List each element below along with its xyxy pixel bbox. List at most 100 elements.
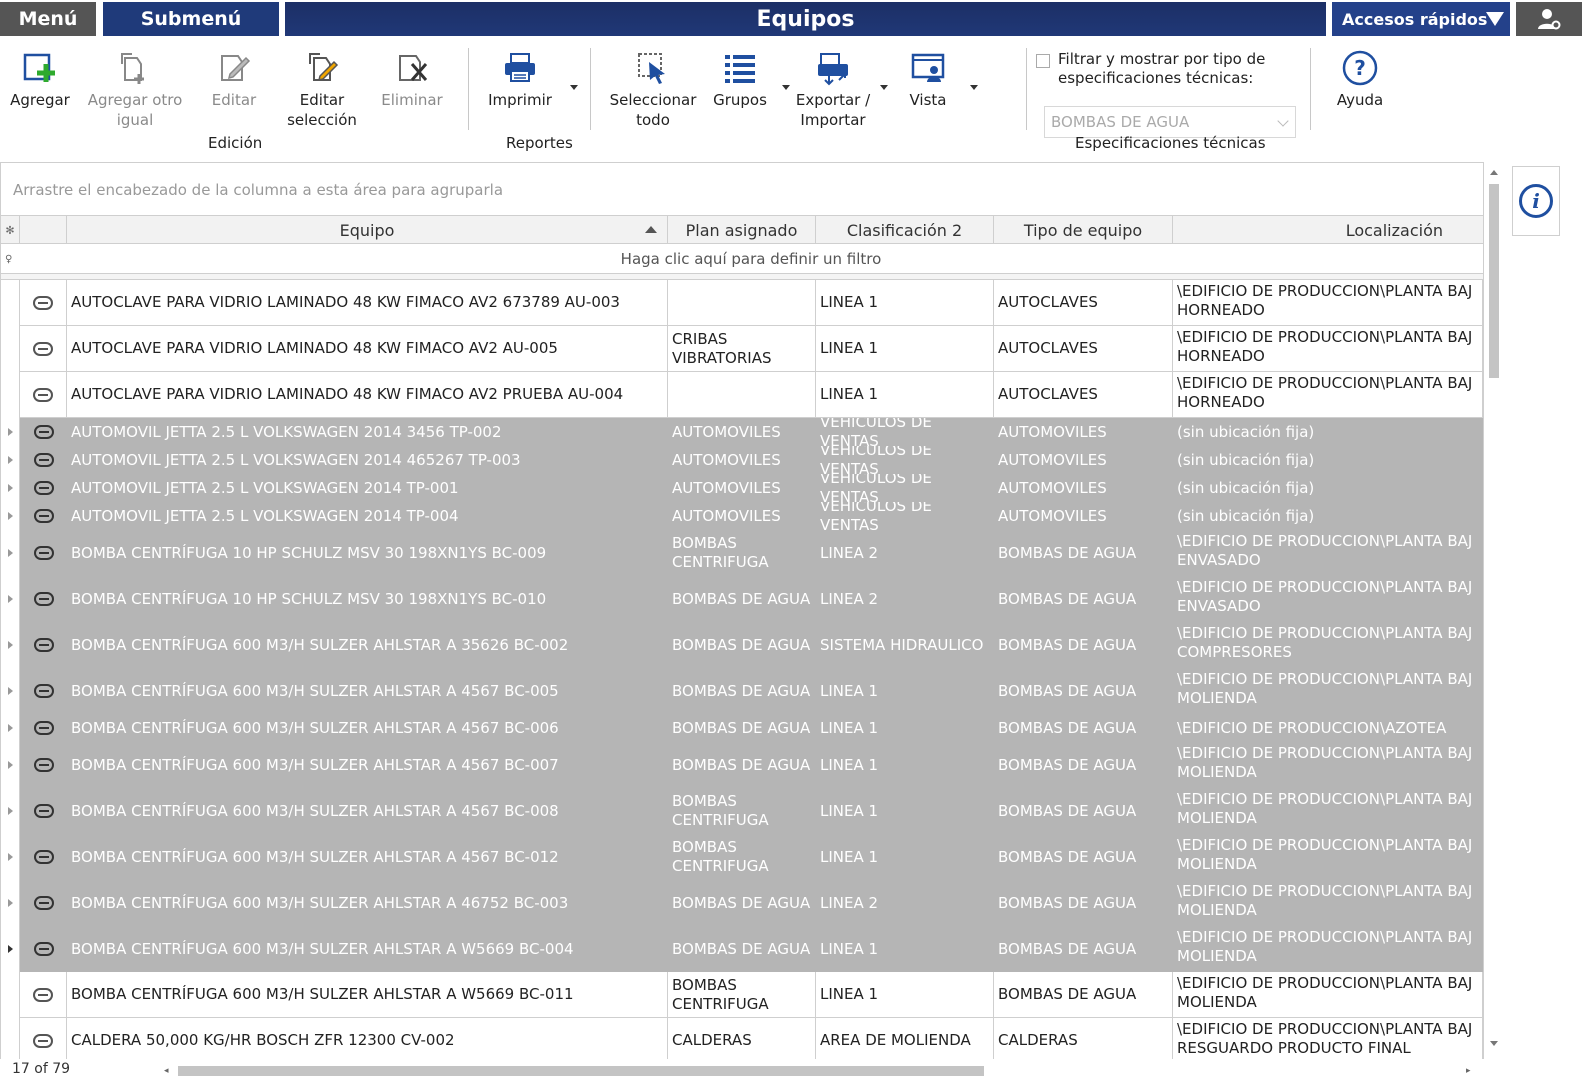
cell-equipo[interactable]: BOMBA CENTRÍFUGA 600 M3/H SULZER AHLSTAR… [67,714,668,742]
select-all-button[interactable]: Seleccionar todo [606,38,700,138]
table-row[interactable]: AUTOMOVIL JETTA 2.5 L VOLKSWAGEN 2014 TP… [1,502,1483,530]
cell-plan[interactable]: BOMBAS CENTRIFUGA [668,788,816,834]
cell-equipo[interactable]: AUTOCLAVE PARA VIDRIO LAMINADO 48 KW FIM… [67,326,668,372]
row-indicator[interactable] [1,372,20,418]
row-indicator[interactable] [1,926,20,972]
table-row[interactable]: BOMBA CENTRÍFUGA 600 M3/H SULZER AHLSTAR… [1,880,1483,926]
cell-localizacion[interactable]: \EDIFICIO DE PRODUCCION\PLANTA BAJ MOLIE… [1173,880,1483,926]
cell-equipo[interactable]: BOMBA CENTRÍFUGA 10 HP SCHULZ MSV 30 198… [67,530,668,576]
cell-localizacion[interactable]: \EDIFICIO DE PRODUCCION\PLANTA BAJ MOLIE… [1173,742,1483,788]
cell-clasificacion[interactable]: VEHICULOS DE VENTAS [816,502,994,530]
cell-localizacion[interactable]: \EDIFICIO DE PRODUCCION\PLANTA BAJ RESGU… [1173,1018,1483,1064]
cell-plan[interactable]: BOMBAS DE AGUA [668,926,816,972]
expand-arrow-icon[interactable] [8,807,13,815]
cell-clasificacion[interactable]: LINEA 1 [816,788,994,834]
expand-arrow-icon[interactable] [8,595,13,603]
row-indicator[interactable] [1,622,20,668]
cell-plan[interactable] [668,280,816,326]
expand-arrow-icon[interactable] [8,549,13,557]
cell-localizacion[interactable]: \EDIFICIO DE PRODUCCION\PLANTA BAJ COMPR… [1173,622,1483,668]
cell-tipo[interactable]: BOMBAS DE AGUA [994,714,1173,742]
submenu-button[interactable]: Submenú [103,2,279,36]
add-button[interactable]: Agregar [4,38,76,138]
row-indicator[interactable] [1,972,20,1018]
cell-clasificacion[interactable]: LINEA 1 [816,326,994,372]
cell-tipo[interactable]: BOMBAS DE AGUA [994,622,1173,668]
cell-clasificacion[interactable]: LINEA 2 [816,576,994,622]
cell-tipo[interactable]: AUTOMOVILES [994,474,1173,502]
row-indicator[interactable] [1,788,20,834]
row-indicator[interactable] [1,502,20,530]
cell-clasificacion[interactable]: VEHICULOS DE VENTAS [816,418,994,446]
cell-clasificacion[interactable]: LINEA 1 [816,668,994,714]
cell-localizacion[interactable]: \EDIFICIO DE PRODUCCION\AZOTEA [1173,714,1483,742]
column-header-plan[interactable]: Plan asignado [668,216,816,244]
cell-equipo[interactable]: BOMBA CENTRÍFUGA 600 M3/H SULZER AHLSTAR… [67,926,668,972]
cell-clasificacion[interactable]: LINEA 1 [816,714,994,742]
cell-clasificacion[interactable]: LINEA 1 [816,834,994,880]
groups-dropdown-icon[interactable] [782,85,790,90]
cell-localizacion[interactable]: \EDIFICIO DE PRODUCCION\PLANTA BAJ MOLIE… [1173,834,1483,880]
export-import-button[interactable]: Exportar / Importar [790,38,876,138]
view-dropdown-icon[interactable] [970,85,978,90]
cell-tipo[interactable]: AUTOCLAVES [994,280,1173,326]
row-indicator[interactable] [1,834,20,880]
cell-plan[interactable]: BOMBAS CENTRIFUGA [668,972,816,1018]
cell-tipo[interactable]: BOMBAS DE AGUA [994,972,1173,1018]
table-row[interactable]: BOMBA CENTRÍFUGA 600 M3/H SULZER AHLSTAR… [1,926,1483,972]
cell-plan[interactable]: BOMBAS CENTRIFUGA [668,530,816,576]
row-indicator[interactable] [1,668,20,714]
scroll-thumb[interactable] [1489,184,1499,378]
cell-tipo[interactable]: AUTOMOVILES [994,502,1173,530]
cell-equipo[interactable]: AUTOCLAVE PARA VIDRIO LAMINADO 48 KW FIM… [67,372,668,418]
print-dropdown-icon[interactable] [570,85,578,90]
table-row[interactable]: AUTOCLAVE PARA VIDRIO LAMINADO 48 KW FIM… [1,280,1483,326]
column-header-clasificacion[interactable]: Clasificación 2 [816,216,994,244]
cell-plan[interactable] [668,372,816,418]
vertical-scrollbar[interactable] [1486,166,1502,1056]
cell-tipo[interactable]: BOMBAS DE AGUA [994,880,1173,926]
cell-equipo[interactable]: BOMBA CENTRÍFUGA 10 HP SCHULZ MSV 30 198… [67,576,668,622]
row-indicator[interactable] [1,576,20,622]
cell-tipo[interactable]: BOMBAS DE AGUA [994,530,1173,576]
row-indicator[interactable] [1,418,20,446]
print-button[interactable]: Imprimir [480,38,560,138]
cell-plan[interactable]: CRIBAS VIBRATORIAS [668,326,816,372]
expand-arrow-icon[interactable] [8,687,13,695]
table-row[interactable]: AUTOCLAVE PARA VIDRIO LAMINADO 48 KW FIM… [1,372,1483,418]
table-row[interactable]: BOMBA CENTRÍFUGA 600 M3/H SULZER AHLSTAR… [1,668,1483,714]
column-chooser-icon[interactable]: ✻ [1,216,20,244]
row-indicator[interactable] [1,474,20,502]
cell-tipo[interactable]: BOMBAS DE AGUA [994,926,1173,972]
row-indicator[interactable] [1,714,20,742]
expand-arrow-icon[interactable] [8,456,13,464]
spec-filter-checkbox[interactable] [1036,54,1050,68]
scroll-down-icon[interactable] [1490,1041,1498,1046]
cell-clasificacion[interactable]: LINEA 2 [816,530,994,576]
table-row[interactable]: AUTOMOVIL JETTA 2.5 L VOLKSWAGEN 2014 TP… [1,474,1483,502]
add-same-button[interactable]: Agregar otro igual [84,38,186,138]
cell-localizacion[interactable]: \EDIFICIO DE PRODUCCION\PLANTA BAJ MOLIE… [1173,788,1483,834]
info-panel-button[interactable]: i [1512,166,1560,236]
cell-clasificacion[interactable]: AREA DE MOLIENDA [816,1018,994,1064]
group-by-panel[interactable]: Arrastre el encabezado de la columna a e… [1,163,1483,215]
row-indicator[interactable] [1,280,20,326]
cell-clasificacion[interactable]: LINEA 1 [816,742,994,788]
cell-localizacion[interactable]: \EDIFICIO DE PRODUCCION\PLANTA BAJ ENVAS… [1173,530,1483,576]
cell-tipo[interactable]: AUTOMOVILES [994,418,1173,446]
edit-button[interactable]: Editar [200,38,268,138]
cell-localizacion[interactable]: \EDIFICIO DE PRODUCCION\PLANTA BAJ HORNE… [1173,326,1483,372]
menu-button[interactable]: Menú [0,2,96,36]
expand-arrow-icon[interactable] [8,724,13,732]
cell-localizacion[interactable]: (sin ubicación fija) [1173,502,1483,530]
cell-localizacion[interactable]: \EDIFICIO DE PRODUCCION\PLANTA BAJ ENVAS… [1173,576,1483,622]
export-dropdown-icon[interactable] [880,85,888,90]
expand-arrow-icon[interactable] [8,641,13,649]
cell-tipo[interactable]: BOMBAS DE AGUA [994,788,1173,834]
expand-arrow-icon[interactable] [8,428,13,436]
column-header-localizacion[interactable]: Localización [1173,216,1483,244]
cell-clasificacion[interactable]: LINEA 1 [816,372,994,418]
cell-tipo[interactable]: CALDERAS [994,1018,1173,1064]
table-row[interactable]: AUTOMOVIL JETTA 2.5 L VOLKSWAGEN 2014 34… [1,418,1483,446]
cell-plan[interactable]: AUTOMOVILES [668,418,816,446]
